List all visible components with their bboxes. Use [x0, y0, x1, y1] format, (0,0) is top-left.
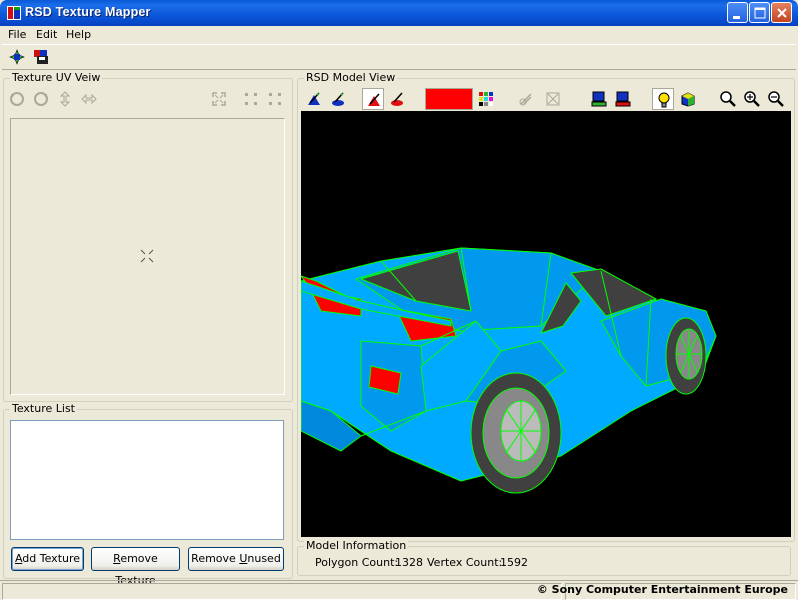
close-button[interactable]	[771, 2, 792, 23]
menu-bar: File Edit Help	[0, 26, 798, 44]
close-icon	[777, 8, 787, 18]
pointer-blue-icon	[308, 92, 320, 105]
fit-icon	[212, 92, 226, 106]
maximize-button[interactable]	[749, 2, 770, 23]
uv-grid-button[interactable]	[264, 88, 286, 110]
model-viewport[interactable]	[301, 111, 791, 537]
palette-icon	[479, 92, 493, 106]
lighting-button[interactable]	[652, 88, 674, 110]
rotate-cw-icon	[34, 92, 48, 106]
zoom-out-button[interactable]	[765, 88, 787, 110]
zoom-out-icon	[768, 91, 784, 107]
lightbulb-icon	[658, 92, 670, 108]
color-swatch[interactable]	[425, 88, 473, 110]
pointer-red-alt-icon	[391, 92, 403, 106]
palette-button[interactable]	[475, 88, 497, 110]
menu-file[interactable]: File	[8, 28, 26, 41]
flip-vertical-icon	[59, 91, 71, 107]
open-model-icon	[9, 49, 25, 65]
erase-disabled-icon	[546, 92, 560, 106]
uv-snap-button[interactable]	[240, 88, 262, 110]
monitor-red-icon	[615, 91, 631, 107]
grid-icon	[269, 93, 281, 105]
save-model-button[interactable]	[30, 46, 52, 68]
uv-rotate-cw-button[interactable]	[30, 88, 52, 110]
view-mode-1-button[interactable]	[303, 88, 325, 110]
disabled-tool-2-button[interactable]	[542, 88, 564, 110]
zoom-fit-button[interactable]	[717, 88, 739, 110]
main-toolbar	[2, 44, 796, 70]
shading-cube-icon	[681, 92, 695, 107]
window-title: RSD Texture Mapper	[25, 5, 151, 19]
model-information-title: Model Information	[304, 539, 409, 552]
menu-edit[interactable]: Edit	[36, 28, 57, 41]
app-icon	[7, 6, 21, 20]
add-texture-button[interactable]: Add Texture	[11, 547, 84, 571]
pointer-blue-alt-icon	[332, 92, 344, 106]
polygon-count-value: 1328	[395, 556, 423, 569]
vertex-count-value: 1592	[500, 556, 528, 569]
menu-help[interactable]: Help	[66, 28, 91, 41]
minimize-button[interactable]	[727, 2, 748, 23]
rotate-ccw-icon	[10, 92, 24, 106]
uv-rotate-ccw-button[interactable]	[6, 88, 28, 110]
remove-texture-button[interactable]: Remove Texture	[91, 547, 180, 587]
view-mode-4-button[interactable]	[386, 88, 408, 110]
view-mode-3-button[interactable]	[362, 88, 384, 110]
zoom-icon	[720, 91, 736, 107]
display-mode-2-button[interactable]	[612, 88, 634, 110]
rsd-model-view-title: RSD Model View	[304, 71, 398, 84]
paint-disabled-icon	[519, 93, 532, 106]
snap-grid-icon	[245, 93, 257, 105]
vertex-count-label: Vertex Count:	[427, 556, 503, 569]
remove-unused-button[interactable]: Remove Unused	[188, 547, 284, 571]
uv-fit-button[interactable]	[208, 88, 230, 110]
uv-flip-horizontal-button[interactable]	[78, 88, 100, 110]
texture-list-title: Texture List	[10, 402, 77, 415]
minimize-icon	[733, 16, 740, 19]
shading-button[interactable]	[677, 88, 699, 110]
polygon-count-label: Polygon Count:	[315, 556, 399, 569]
pointer-red-icon	[368, 93, 380, 106]
status-pane-main	[2, 583, 562, 600]
texture-uv-view-title: Texture UV Veiw	[10, 71, 103, 84]
car-model-render	[301, 247, 717, 494]
maximize-icon	[754, 7, 766, 19]
zoom-in-button[interactable]	[741, 88, 763, 110]
view-mode-2-button[interactable]	[327, 88, 349, 110]
flip-horizontal-icon	[81, 93, 97, 105]
monitor-icon	[591, 91, 607, 107]
texture-uv-canvas[interactable]	[10, 118, 285, 395]
uv-flip-vertical-button[interactable]	[54, 88, 76, 110]
save-model-icon	[34, 50, 48, 64]
open-model-button[interactable]	[6, 46, 28, 68]
title-bar[interactable]: RSD Texture Mapper	[0, 0, 798, 26]
disabled-tool-1-button[interactable]	[515, 88, 537, 110]
texture-listbox[interactable]	[10, 420, 284, 540]
crosshair-icon	[140, 249, 154, 263]
zoom-in-icon	[744, 91, 760, 107]
copyright-text: © Sony Computer Entertainment Europe	[536, 583, 788, 596]
display-mode-1-button[interactable]	[588, 88, 610, 110]
